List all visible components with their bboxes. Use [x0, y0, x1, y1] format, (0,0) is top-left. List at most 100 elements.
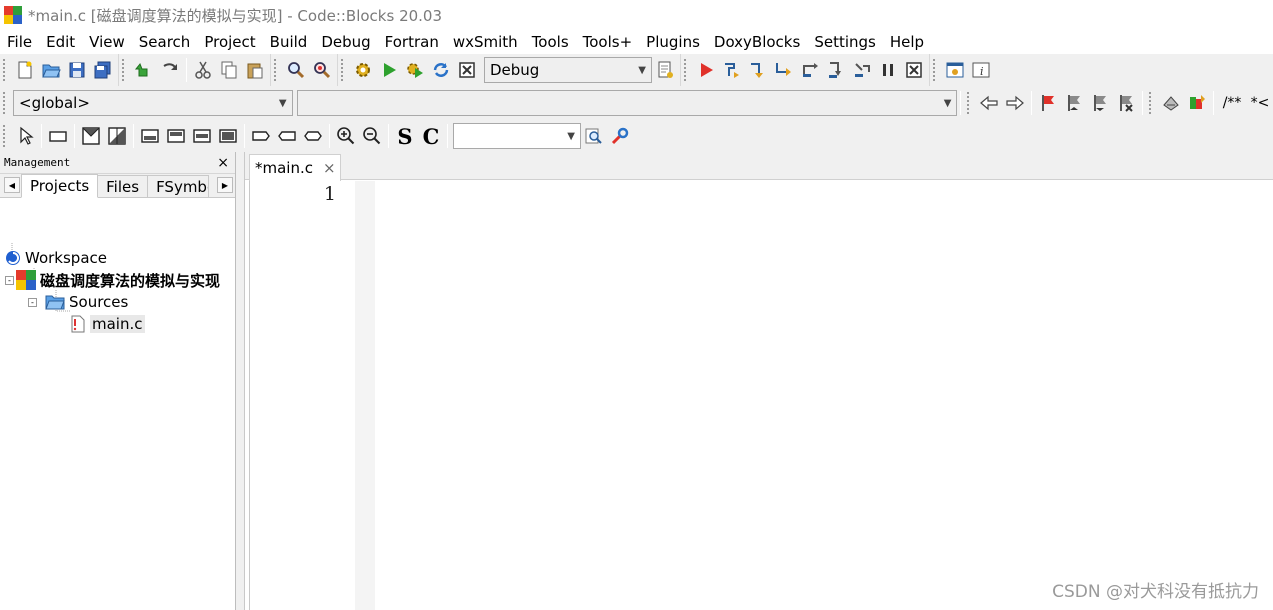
tree-item-main-c[interactable]: main.c	[70, 313, 145, 335]
rebuild-icon[interactable]	[428, 57, 454, 83]
toolbar-grip[interactable]	[3, 125, 9, 147]
menu-help[interactable]: Help	[883, 30, 931, 54]
build-and-run-icon[interactable]	[402, 57, 428, 83]
line-comment-button[interactable]: *<	[1247, 90, 1273, 116]
toolbar-grip[interactable]	[1149, 92, 1155, 114]
run-icon[interactable]	[376, 57, 402, 83]
save-icon[interactable]	[64, 57, 90, 83]
tab-scroll-right-icon[interactable]: ▶	[217, 177, 233, 193]
redo-icon[interactable]	[157, 57, 183, 83]
save-all-icon[interactable]	[90, 57, 116, 83]
jump-forward-icon[interactable]	[1002, 90, 1028, 116]
toolbar-grip[interactable]	[967, 92, 973, 114]
next-line-icon[interactable]	[745, 57, 771, 83]
next-instruction-icon[interactable]	[771, 57, 797, 83]
arrow-right-shape-icon[interactable]	[248, 123, 274, 149]
tab-scroll-left-icon[interactable]: ◀	[4, 177, 20, 193]
tree-item-sources[interactable]: - Sources	[28, 291, 128, 313]
menu-settings[interactable]: Settings	[807, 30, 883, 54]
menu-plugins[interactable]: Plugins	[639, 30, 707, 54]
paste-icon[interactable]	[242, 57, 268, 83]
undo-icon[interactable]	[131, 57, 157, 83]
toolbar-grip[interactable]	[3, 59, 9, 81]
cut-icon[interactable]	[190, 57, 216, 83]
s-button[interactable]: S	[392, 123, 418, 149]
build-options-icon[interactable]	[652, 57, 678, 83]
new-file-icon[interactable]	[12, 57, 38, 83]
editor-tab-main-c[interactable]: *main.c ×	[249, 154, 341, 181]
scope-select[interactable]: <global> ▼	[13, 90, 293, 116]
align-bottom-icon[interactable]	[137, 123, 163, 149]
stop-debug-icon[interactable]	[901, 57, 927, 83]
toolbar-grip[interactable]	[274, 59, 280, 81]
menu-tools[interactable]: Tools	[525, 30, 576, 54]
search-combo[interactable]: ▼	[453, 123, 581, 149]
sizer-diagonal-icon[interactable]	[104, 123, 130, 149]
open-file-icon[interactable]	[38, 57, 64, 83]
arrow-left-shape-icon[interactable]	[274, 123, 300, 149]
info-icon[interactable]: i	[968, 57, 994, 83]
debug-start-icon[interactable]	[693, 57, 719, 83]
sizer-top-icon[interactable]	[78, 123, 104, 149]
toolbar-grip[interactable]	[684, 59, 690, 81]
align-top-icon[interactable]	[163, 123, 189, 149]
panel-splitter[interactable]	[236, 152, 245, 610]
menu-search[interactable]: Search	[132, 30, 198, 54]
menu-fortran[interactable]: Fortran	[378, 30, 446, 54]
wrench-icon[interactable]	[607, 123, 633, 149]
extract-docs-icon[interactable]	[1184, 90, 1210, 116]
toolbar-grip[interactable]	[122, 59, 128, 81]
pointer-icon[interactable]	[12, 123, 38, 149]
tab-projects[interactable]: Projects	[21, 174, 99, 198]
find-icon[interactable]	[283, 57, 309, 83]
frame-icon[interactable]	[45, 123, 71, 149]
pause-icon[interactable]	[875, 57, 901, 83]
code-editor[interactable]: 1	[249, 181, 1273, 610]
next-bookmark-icon[interactable]	[1087, 90, 1113, 116]
menu-view[interactable]: View	[82, 30, 132, 54]
align-center-icon[interactable]	[189, 123, 215, 149]
step-into-icon[interactable]	[797, 57, 823, 83]
toolbar-grip[interactable]	[3, 92, 9, 114]
menu-debug[interactable]: Debug	[314, 30, 377, 54]
collapse-icon[interactable]: -	[28, 297, 37, 307]
close-tab-icon[interactable]: ×	[323, 159, 336, 177]
step-instruction-icon[interactable]	[849, 57, 875, 83]
replace-icon[interactable]	[309, 57, 335, 83]
zoom-out-icon[interactable]	[359, 123, 385, 149]
menu-file[interactable]: File	[0, 30, 39, 54]
menu-edit[interactable]: Edit	[39, 30, 82, 54]
step-out-icon[interactable]	[823, 57, 849, 83]
tab-fsymbols[interactable]: FSymbols	[147, 175, 210, 197]
toggle-bookmark-icon[interactable]	[1035, 90, 1061, 116]
jump-back-icon[interactable]	[976, 90, 1002, 116]
menu-doxyblocks[interactable]: DoxyBlocks	[707, 30, 807, 54]
debug-windows-icon[interactable]	[942, 57, 968, 83]
collapse-icon[interactable]: -	[5, 275, 14, 285]
tab-files[interactable]: Files	[97, 175, 149, 197]
menu-tools-plus[interactable]: Tools+	[576, 30, 640, 54]
c-button[interactable]: C	[418, 123, 444, 149]
doxywizard-icon[interactable]	[1158, 90, 1184, 116]
prev-bookmark-icon[interactable]	[1061, 90, 1087, 116]
toolbar-grip[interactable]	[341, 59, 347, 81]
tree-item-project[interactable]: - 磁盘调度算法的模拟与实现	[5, 269, 220, 291]
clear-bookmarks-icon[interactable]	[1113, 90, 1139, 116]
copy-icon[interactable]	[216, 57, 242, 83]
menu-project[interactable]: Project	[197, 30, 262, 54]
arrow-both-shape-icon[interactable]	[300, 123, 326, 149]
align-fill-icon[interactable]	[215, 123, 241, 149]
menu-build[interactable]: Build	[263, 30, 315, 54]
toolbar-grip[interactable]	[933, 59, 939, 81]
build-gear-icon[interactable]	[350, 57, 376, 83]
block-comment-button[interactable]: /**	[1217, 90, 1247, 116]
symbol-select[interactable]: ▼	[296, 90, 958, 116]
search-page-icon[interactable]	[581, 123, 607, 149]
build-target-select[interactable]: Debug ▼	[484, 57, 652, 83]
run-to-cursor-icon[interactable]	[719, 57, 745, 83]
abort-icon[interactable]	[454, 57, 480, 83]
close-icon[interactable]: ×	[217, 155, 229, 171]
menu-wxsmith[interactable]: wxSmith	[446, 30, 525, 54]
tree-item-workspace[interactable]: Workspace	[5, 247, 107, 269]
zoom-in-icon[interactable]	[333, 123, 359, 149]
